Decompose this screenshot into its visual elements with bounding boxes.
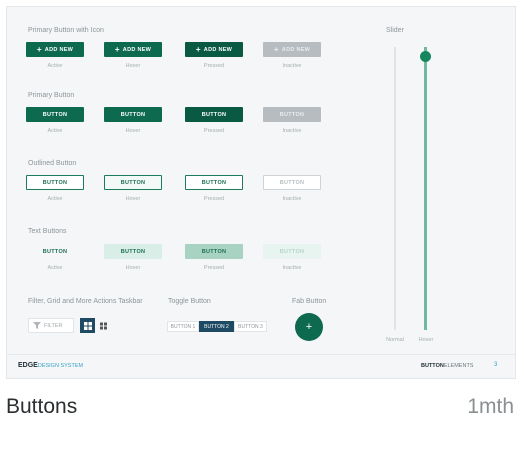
plus-icon: +: [273, 44, 279, 54]
section-title-fab: Fab Button: [292, 298, 327, 305]
text-button-hover[interactable]: BUTTON: [104, 244, 162, 259]
outlined-button-pressed[interactable]: BUTTON: [185, 175, 243, 190]
outlined-button-hover[interactable]: BUTTON: [104, 175, 162, 190]
toggle-option-1[interactable]: BUTTON 1: [167, 321, 199, 332]
footer-section-label: BUTTONELEMENTS: [421, 363, 474, 369]
text-button-pressed[interactable]: BUTTON: [185, 244, 243, 259]
state-caption: Inactive: [282, 128, 302, 134]
add-new-button-active[interactable]: + ADD NEW: [26, 42, 84, 57]
primary-button-pressed[interactable]: BUTTON: [185, 107, 243, 122]
slider-caption: Hover: [418, 337, 434, 343]
text-button-inactive[interactable]: BUTTON: [263, 244, 321, 259]
plus-icon: +: [36, 44, 42, 54]
primary-button-hover[interactable]: BUTTON: [104, 107, 162, 122]
section-title-text: Text Buttons: [28, 228, 67, 235]
slider-thumb[interactable]: [420, 51, 431, 62]
state-caption: Active: [47, 196, 63, 202]
add-new-button-inactive[interactable]: + ADD NEW: [263, 42, 321, 57]
outlined-button-inactive[interactable]: BUTTON: [263, 175, 321, 190]
section-title-outlined: Outlined Button: [28, 160, 77, 167]
state-caption: Pressed: [203, 63, 225, 69]
grid-view-icon[interactable]: [80, 318, 95, 333]
section-title-slider: Slider: [386, 27, 404, 34]
text-button-active[interactable]: BUTTON: [26, 244, 84, 259]
toggle-option-3[interactable]: BUTTON 3: [234, 321, 267, 332]
brand-logo: EDGEDESIGN SYSTEM: [18, 362, 84, 369]
plus-icon: +: [305, 321, 313, 333]
state-caption: Inactive: [282, 196, 302, 202]
add-new-button-pressed[interactable]: + ADD NEW: [185, 42, 243, 57]
slider-track-normal[interactable]: [394, 47, 396, 330]
state-caption: Pressed: [203, 196, 225, 202]
state-caption: Hover: [125, 265, 141, 271]
add-new-button-hover[interactable]: + ADD NEW: [104, 42, 162, 57]
state-caption: Pressed: [203, 265, 225, 271]
state-caption: Pressed: [203, 128, 225, 134]
section-title-toggle: Toggle Button: [168, 298, 211, 305]
state-caption: Inactive: [282, 265, 302, 271]
slider-track-hover[interactable]: [424, 47, 427, 330]
filter-icon: [33, 322, 41, 329]
outlined-button-active[interactable]: BUTTON: [26, 175, 84, 190]
plus-icon: +: [114, 44, 120, 54]
section-title-primary-icon: Primary Button with Icon: [28, 27, 104, 34]
page-number: 3: [494, 362, 498, 368]
fab-add-button[interactable]: +: [295, 313, 323, 341]
card-title[interactable]: Buttons: [6, 395, 77, 419]
state-caption: Active: [47, 63, 63, 69]
toggle-option-2-selected[interactable]: BUTTON 2: [199, 321, 234, 332]
primary-button-inactive[interactable]: BUTTON: [263, 107, 321, 122]
state-caption: Hover: [125, 196, 141, 202]
state-caption: Inactive: [282, 63, 302, 69]
state-caption: Hover: [125, 63, 141, 69]
card-timestamp: 1mth: [467, 395, 514, 418]
filter-input[interactable]: FILTER: [28, 318, 74, 333]
state-caption: Active: [47, 128, 63, 134]
state-caption: Active: [47, 265, 63, 271]
list-view-icon[interactable]: [97, 318, 110, 333]
state-caption: Hover: [125, 128, 141, 134]
section-title-filter-bar: Filter, Grid and More Actions Taskbar: [28, 298, 143, 305]
section-title-primary: Primary Button: [28, 92, 75, 99]
primary-button-active[interactable]: BUTTON: [26, 107, 84, 122]
plus-icon: +: [195, 44, 201, 54]
